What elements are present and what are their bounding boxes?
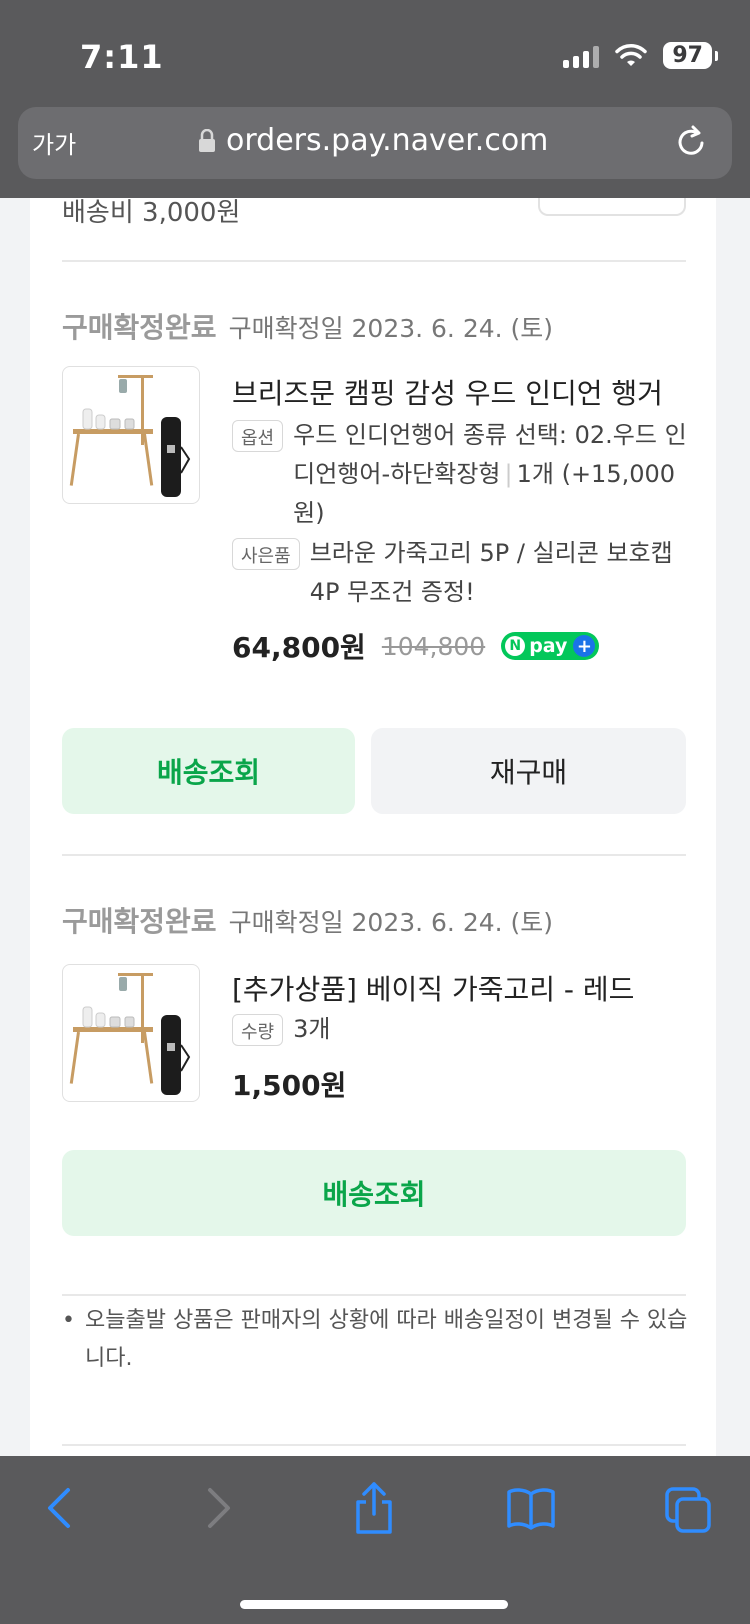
divider (62, 1444, 686, 1446)
quantity-row: 수량 3개 (232, 1010, 692, 1049)
address-bar[interactable]: 가가 orders.pay.naver.com (18, 107, 732, 179)
npay-plus-badge: N pay + (501, 632, 600, 660)
lock-icon (199, 128, 215, 152)
divider (62, 854, 686, 856)
wifi-icon (615, 43, 648, 66)
url-text: orders.pay.naver.com (226, 123, 549, 158)
order-card: 배송비 3,000원 구매확정완료 구매확정일 2023. 6. 24. (토) (30, 198, 716, 1456)
order-status: 구매확정완료 (62, 311, 217, 344)
track-delivery-button[interactable]: 배송조회 (62, 728, 355, 814)
text-size-button[interactable]: 가가 (32, 125, 76, 160)
status-time: 7:11 (80, 38, 164, 76)
bullet: • (62, 1308, 75, 1333)
home-indicator (240, 1600, 508, 1609)
cellular-signal-icon (563, 44, 600, 68)
camping-hanger-image (69, 973, 191, 1095)
option-tag: 옵션 (232, 420, 284, 452)
browser-top-chrome: 7:11 97 가가 orders.pay.naver.com (0, 0, 750, 198)
divider (62, 1294, 686, 1296)
gift-row: 사은품 브라운 가죽고리 5P / 실리콘 보호캡 4P 무조건 증정! (232, 534, 692, 612)
price-row: 64,800원 104,800 N pay + (232, 626, 600, 666)
confirm-date: 구매확정일 2023. 6. 24. (토) (228, 908, 554, 937)
product-title[interactable]: 브리즈문 캠핑 감성 우드 인디언 행거 (232, 372, 682, 412)
price-row: 1,500원 (232, 1064, 346, 1104)
product-thumbnail[interactable] (62, 366, 200, 504)
camping-hanger-image (69, 375, 191, 497)
tabs-icon[interactable] (664, 1486, 712, 1534)
shipping-fee: 배송비 3,000원 (62, 198, 241, 228)
sale-price: 64,800원 (232, 631, 366, 664)
url-field[interactable]: orders.pay.naver.com (198, 123, 548, 158)
option-detail: 우드 인디언행어 종류 선택: 02.우드 인디언행어-하단확장형 | 1개 (+1… (293, 416, 692, 533)
order-status: 구매확정완료 (62, 905, 217, 938)
order-status-line: 구매확정완료 구매확정일 2023. 6. 24. (토) (62, 900, 553, 940)
page-content: 배송비 3,000원 구매확정완료 구매확정일 2023. 6. 24. (토) (0, 198, 750, 1456)
gift-tag: 사은품 (232, 538, 300, 570)
confirm-date: 구매확정일 2023. 6. 24. (토) (228, 314, 554, 343)
partial-button[interactable] (538, 198, 686, 216)
sale-price: 1,500원 (232, 1069, 347, 1102)
product-thumbnail[interactable] (62, 964, 200, 1102)
product-title[interactable]: [추가상품] 베이직 가죽고리 - 레드 (232, 968, 682, 1008)
share-icon[interactable] (352, 1480, 396, 1536)
order-status-line: 구매확정완료 구매확정일 2023. 6. 24. (토) (62, 306, 553, 346)
npay-label: pay (529, 635, 568, 657)
back-arrow-icon[interactable] (44, 1486, 74, 1530)
original-price: 104,800 (381, 631, 486, 661)
gift-text: 브라운 가죽고리 5P / 실리콘 보호캡 4P 무조건 증정! (309, 539, 673, 606)
bookmarks-icon[interactable] (506, 1486, 556, 1530)
naver-n-icon: N (505, 636, 526, 656)
quantity-tag: 수량 (232, 1014, 284, 1046)
delivery-notice: • 오늘출발 상품은 판매자의 상황에 따라 배송일정이 변경될 수 있습니다. (62, 1302, 692, 1378)
plus-icon: + (573, 635, 596, 657)
track-delivery-button[interactable]: 배송조회 (62, 1150, 686, 1236)
status-indicators: 97 (563, 42, 718, 69)
option-row: 옵션 우드 인디언행어 종류 선택: 02.우드 인디언행어-하단확장형 | 1개 … (232, 416, 692, 533)
rebuy-button[interactable]: 재구매 (371, 728, 686, 814)
quantity-value: 3개 (293, 1015, 331, 1043)
battery-icon: 97 (663, 42, 718, 69)
forward-arrow-icon[interactable] (204, 1486, 234, 1530)
notice-text: 오늘출발 상품은 판매자의 상황에 따라 배송일정이 변경될 수 있습니다. (84, 1308, 688, 1371)
browser-toolbar (0, 1456, 750, 1624)
separator: | (504, 460, 513, 488)
divider (62, 260, 686, 262)
reload-icon[interactable] (674, 123, 710, 161)
